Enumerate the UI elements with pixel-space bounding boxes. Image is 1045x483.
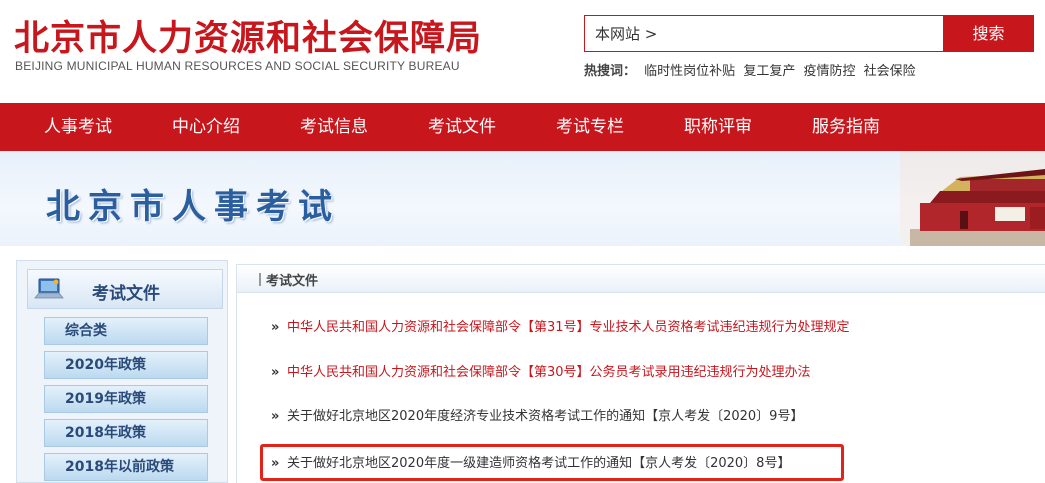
section-header: 考试文件 — [237, 265, 1045, 293]
hot-keyword-link[interactable]: 复工复产 — [743, 64, 795, 79]
tiananmen-illustration — [900, 151, 1045, 246]
hot-keyword-link[interactable]: 临时性岗位补贴 — [644, 64, 735, 79]
hot-search-label: 热搜词： — [584, 64, 637, 79]
nav-item-exam-documents[interactable]: 考试文件 — [428, 103, 496, 151]
nav-item-personnel-exam[interactable]: 人事考试 — [44, 103, 112, 151]
section-header-marker — [259, 273, 261, 286]
search-input[interactable] — [585, 16, 943, 51]
document-link-text[interactable]: 中华人民共和国人力资源和社会保障部令【第30号】公务员考试录用违纪违规行为处理办… — [287, 365, 811, 380]
document-link-text[interactable]: 关于做好北京地区2020年度经济专业技术资格考试工作的通知【京人考发〔2020〕… — [287, 409, 803, 424]
sidebar-item-general[interactable]: 综合类 — [44, 317, 208, 345]
laptop-icon — [34, 278, 64, 299]
document-link[interactable]: » 中华人民共和国人力资源和社会保障部令【第31号】专业技术人员资格考试违纪违规行… — [271, 316, 850, 336]
hot-keyword-link[interactable]: 社会保险 — [864, 64, 916, 79]
main-nav: 人事考试 中心介绍 考试信息 考试文件 考试专栏 职称评审 服务指南 — [0, 103, 1045, 151]
hot-keyword-link[interactable]: 疫情防控 — [803, 64, 855, 79]
sidebar-item-pre-2018-policy[interactable]: 2018年以前政策 — [44, 453, 208, 481]
site-logo-title[interactable]: 北京市人力资源和社会保障局 — [14, 10, 482, 61]
document-link[interactable]: » 中华人民共和国人力资源和社会保障部令【第30号】公务员考试录用违纪违规行为处理… — [271, 361, 811, 381]
sidebar-header: 考试文件 — [27, 269, 223, 309]
banner-title: 北京市人事考试 — [46, 187, 340, 227]
page-banner: 北京市人事考试 — [0, 151, 1045, 246]
double-chevron-icon: » — [271, 320, 280, 335]
sidebar-item-2018-policy[interactable]: 2018年政策 — [44, 419, 208, 447]
section-title: 考试文件 — [266, 274, 319, 289]
document-link-text[interactable]: 中华人民共和国人力资源和社会保障部令【第31号】专业技术人员资格考试违纪违规行为… — [287, 320, 850, 335]
sidebar-title: 考试文件 — [92, 284, 160, 304]
sidebar-item-2020-policy[interactable]: 2020年政策 — [44, 351, 208, 379]
nav-item-title-review[interactable]: 职称评审 — [684, 103, 752, 151]
double-chevron-icon: » — [271, 365, 280, 380]
nav-item-exam-column[interactable]: 考试专栏 — [556, 103, 624, 151]
document-link[interactable]: » 关于做好北京地区2020年度经济专业技术资格考试工作的通知【京人考发〔2020… — [271, 405, 803, 425]
double-chevron-icon: » — [271, 409, 280, 424]
nav-item-service-guide[interactable]: 服务指南 — [812, 103, 880, 151]
search-button[interactable]: 搜索 — [943, 15, 1034, 52]
nav-item-center-intro[interactable]: 中心介绍 — [172, 103, 240, 151]
site-logo-subtitle: BEIJING MUNICIPAL HUMAN RESOURCES AND SO… — [15, 59, 460, 73]
sidebar: 考试文件 综合类 2020年政策 2019年政策 2018年政策 2018年以前… — [16, 260, 228, 483]
highlight-annotation-box — [260, 444, 844, 481]
nav-item-exam-info[interactable]: 考试信息 — [300, 103, 368, 151]
search-box — [584, 15, 944, 52]
hot-search-bar: 热搜词： 临时性岗位补贴 复工复产 疫情防控 社会保险 — [584, 60, 916, 79]
sidebar-item-2019-policy[interactable]: 2019年政策 — [44, 385, 208, 413]
site-header: 北京市人力资源和社会保障局 BEIJING MUNICIPAL HUMAN RE… — [0, 0, 1045, 103]
